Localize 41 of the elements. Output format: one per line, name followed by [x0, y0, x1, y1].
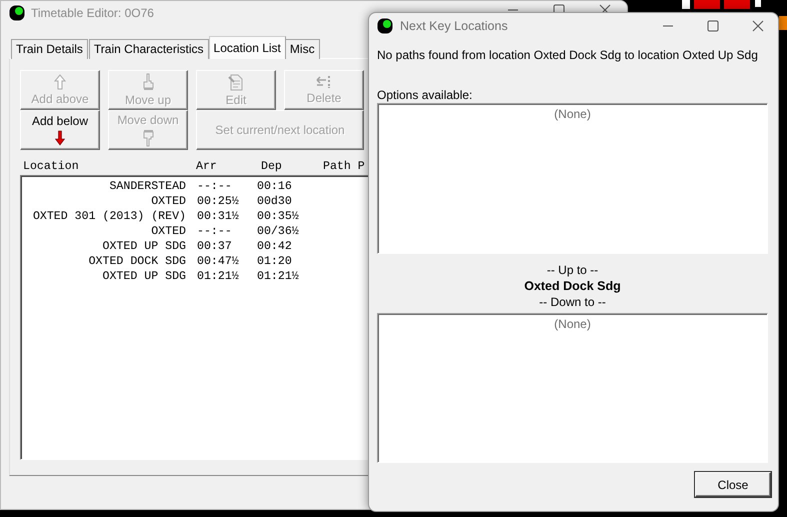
departure-cell-text: 00:35½: [257, 210, 300, 223]
options-list[interactable]: (None): [377, 103, 768, 254]
column-header: Location: [23, 160, 80, 175]
column-header: Arr: [196, 160, 218, 175]
arrival-cell-text: 00:37: [196, 240, 233, 253]
column-header: Path P: [323, 160, 366, 175]
down-list[interactable]: (None): [377, 313, 768, 463]
location-cell-text: SANDERSTEAD: [108, 180, 187, 193]
empty-list-text: (None): [554, 317, 591, 332]
options-label: Options available:: [377, 88, 474, 103]
window-title: Timetable Editor: 0O76: [31, 6, 155, 20]
empty-list-text: (None): [554, 107, 591, 122]
location-cell-text: OXTED: [150, 195, 187, 208]
status-message: No paths found from location Oxted Dock Sdg to location Oxted Up Sdg: [377, 48, 759, 63]
departure-cell-text: 01:21½: [257, 270, 300, 283]
location-cell-text: OXTED 301 (2013) (REV): [32, 210, 187, 223]
tab[interactable]: Misc: [284, 39, 320, 59]
up-to-label: -- Up to --: [546, 262, 598, 278]
down-to-label: -- Down to --: [539, 294, 606, 310]
arrival-cell-text: 00:47½: [196, 255, 240, 268]
tab[interactable]: Train Characteristics: [88, 39, 209, 59]
departure-cell-text: 00:42: [257, 240, 293, 253]
arrival-cell-text: 01:21½: [196, 270, 240, 283]
departure-cell-text: 00d30: [257, 195, 293, 208]
arrival-cell-text: 00:25½: [196, 195, 240, 208]
location-cell-text: OXTED: [150, 225, 187, 238]
column-header: Dep: [261, 160, 283, 175]
departure-cell-text: 00:16: [257, 180, 293, 193]
departure-cell-text: 00/36½: [257, 225, 300, 238]
arrival-cell-text: 00:31½: [196, 210, 240, 223]
tab[interactable]: Location List: [208, 36, 286, 59]
location-cell-text: OXTED UP SDG: [102, 240, 187, 253]
location-cell-text: OXTED UP SDG: [102, 270, 187, 283]
arrival-cell-text: --:--: [196, 180, 233, 193]
arrival-cell-text: --:--: [196, 225, 233, 238]
departure-cell-text: 01:20: [257, 255, 293, 268]
tab[interactable]: Train Details: [11, 39, 88, 59]
close-button[interactable]: Close: [695, 472, 771, 497]
toolbar-button[interactable]: Add below: [20, 110, 100, 150]
dialog-title: Next Key Locations: [400, 19, 509, 33]
location-cell-text: OXTED DOCK SDG: [88, 255, 187, 268]
